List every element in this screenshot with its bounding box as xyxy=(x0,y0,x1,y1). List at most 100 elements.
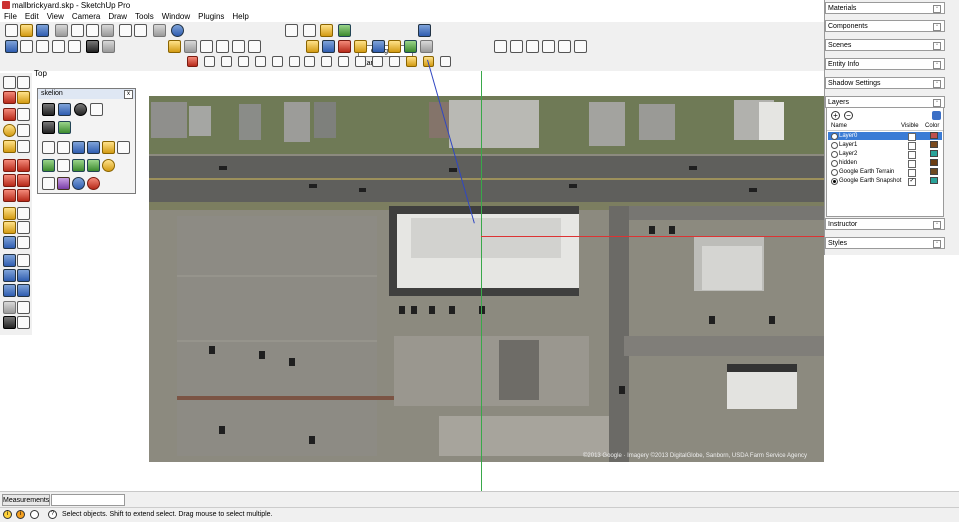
look-around-icon[interactable] xyxy=(320,24,333,37)
walk-left-icon[interactable] xyxy=(3,316,16,329)
col-name[interactable]: Name xyxy=(831,123,847,130)
zoom-window-icon[interactable] xyxy=(17,269,30,282)
skelion-shadow-icon[interactable] xyxy=(74,103,87,116)
skelion-arc-icon[interactable] xyxy=(42,177,55,190)
copy-icon[interactable] xyxy=(71,24,84,37)
skelion-title-bar[interactable]: skelion x xyxy=(38,89,135,99)
3d-text-icon[interactable] xyxy=(17,236,30,249)
offset-icon[interactable] xyxy=(17,189,30,202)
skelion-table-icon[interactable] xyxy=(57,159,70,172)
ge-upload-icon[interactable] xyxy=(388,40,401,53)
active-layer-radio[interactable] xyxy=(831,133,838,140)
ge-toggle-terrain-icon[interactable] xyxy=(306,40,319,53)
move-icon[interactable] xyxy=(3,159,16,172)
credits-icon[interactable]: i xyxy=(16,510,25,519)
menu-view[interactable]: View xyxy=(43,11,68,22)
delete-layer-button[interactable]: − xyxy=(844,111,853,120)
print-icon[interactable] xyxy=(153,24,166,37)
col-visible[interactable]: Visible xyxy=(901,123,919,130)
outer-shell-icon[interactable] xyxy=(494,40,507,53)
top-view-icon[interactable] xyxy=(20,40,33,53)
visible-checkbox[interactable]: ✓ xyxy=(908,178,916,186)
menu-draw[interactable]: Draw xyxy=(104,11,131,22)
ge-preview-icon[interactable] xyxy=(420,40,433,53)
zoom-icon[interactable] xyxy=(3,269,16,282)
cross-icon[interactable] xyxy=(321,56,332,67)
layer-row[interactable]: hidden xyxy=(828,159,942,168)
collapse-icon[interactable]: ▫ xyxy=(933,42,941,50)
active-layer-radio[interactable] xyxy=(831,160,838,167)
previous-view-icon[interactable] xyxy=(17,284,30,297)
zoom-extents-icon[interactable] xyxy=(3,284,16,297)
help-icon[interactable]: ? xyxy=(48,510,57,519)
undo-icon[interactable] xyxy=(119,24,132,37)
position-camera-left-icon[interactable] xyxy=(3,301,16,314)
skelion-sheet-icon[interactable] xyxy=(90,103,103,116)
freehand-icon[interactable] xyxy=(17,140,30,153)
erase-icon[interactable] xyxy=(101,24,114,37)
collapse-icon[interactable]: ▫ xyxy=(933,5,941,13)
skelion-n-icon[interactable] xyxy=(42,121,55,134)
panel-yellow-icon[interactable] xyxy=(406,56,417,67)
ge-share-icon[interactable] xyxy=(404,40,417,53)
panel-scenes[interactable]: Scenes ▫ xyxy=(825,39,945,51)
pan-icon[interactable] xyxy=(17,254,30,267)
warehouse-icon[interactable] xyxy=(184,40,197,53)
menu-tools[interactable]: Tools xyxy=(131,11,158,22)
section-left-icon[interactable] xyxy=(17,316,30,329)
panel-styles[interactable]: Styles ▫ xyxy=(825,237,945,249)
circle-icon[interactable] xyxy=(3,124,16,137)
distribute-icon[interactable] xyxy=(272,56,283,67)
arc-icon[interactable] xyxy=(17,124,30,137)
skelion-n-green-icon[interactable] xyxy=(58,121,71,134)
menu-plugins[interactable]: Plugins xyxy=(194,11,228,22)
right-view-icon[interactable] xyxy=(52,40,65,53)
visible-checkbox[interactable] xyxy=(908,160,916,168)
panel-instructor[interactable]: Instructor ▫ xyxy=(825,218,945,230)
ge-photo-icon[interactable] xyxy=(322,40,335,53)
google-earth-snapshot-image[interactable]: ©2013 Google · Imagery ©2013 DigitalGlob… xyxy=(149,96,824,462)
active-layer-radio[interactable] xyxy=(831,169,838,176)
collapse-icon[interactable]: ▫ xyxy=(933,221,941,229)
panel-entity-info[interactable]: Entity Info ▫ xyxy=(825,58,945,70)
make-component-icon[interactable] xyxy=(17,76,30,89)
geo-location-icon[interactable]: i xyxy=(3,510,12,519)
skelion-select-icon[interactable] xyxy=(42,141,55,154)
layer-color-swatch[interactable] xyxy=(930,168,938,175)
skelion-module-icon[interactable] xyxy=(87,141,100,154)
get-current-view-icon[interactable] xyxy=(418,24,431,37)
rotate-icon[interactable] xyxy=(3,174,16,187)
grid-2-icon[interactable] xyxy=(338,56,349,67)
scale-icon[interactable] xyxy=(3,189,16,202)
ge-3d-icon[interactable] xyxy=(372,40,385,53)
skelion-star-icon[interactable] xyxy=(57,177,70,190)
layer-color-swatch[interactable] xyxy=(930,177,938,184)
skelion-sun-icon[interactable] xyxy=(102,141,115,154)
skelion-arrow-icon[interactable] xyxy=(87,159,100,172)
array-icon[interactable] xyxy=(289,56,300,67)
skelion-shadow-chart-icon[interactable] xyxy=(42,159,55,172)
layer-row[interactable]: Layer1 xyxy=(828,141,942,150)
ge-building-icon[interactable] xyxy=(354,40,367,53)
skelion-report-icon[interactable] xyxy=(117,141,130,154)
line-icon[interactable] xyxy=(17,108,30,121)
collapse-icon[interactable]: ▫ xyxy=(933,240,941,248)
visible-checkbox[interactable] xyxy=(908,151,916,159)
visible-checkbox[interactable] xyxy=(908,142,916,150)
pencil-mini-icon[interactable] xyxy=(204,56,215,67)
skelion-tilt-icon[interactable] xyxy=(72,141,85,154)
paint-bucket-icon[interactable] xyxy=(17,91,30,104)
xray-style-icon[interactable] xyxy=(86,40,99,53)
menu-edit[interactable]: Edit xyxy=(21,11,43,22)
axes-icon[interactable] xyxy=(3,236,16,249)
paste-icon[interactable] xyxy=(86,24,99,37)
collapse-icon[interactable]: ▫ xyxy=(933,61,941,69)
skelion-array-icon[interactable] xyxy=(57,141,70,154)
layer-row[interactable]: Google Earth Terrain xyxy=(828,168,942,177)
protractor-icon[interactable] xyxy=(3,221,16,234)
measurements-input[interactable] xyxy=(51,494,125,506)
shaded-style-icon[interactable] xyxy=(102,40,115,53)
menu-file[interactable]: File xyxy=(0,11,21,22)
skelion-sun-path-icon[interactable] xyxy=(102,159,115,172)
iso-view-icon[interactable] xyxy=(5,40,18,53)
